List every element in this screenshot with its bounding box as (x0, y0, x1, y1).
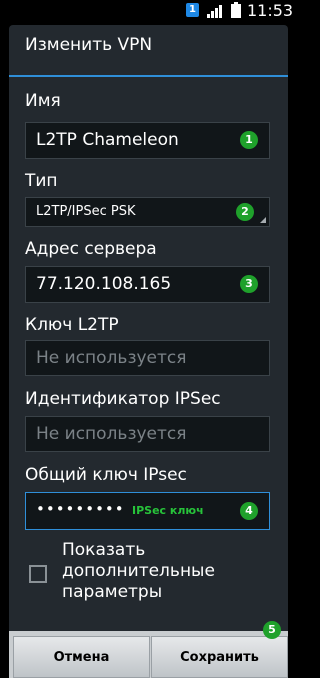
ipsec-id-label: Идентификатор IPSec (25, 389, 221, 409)
password-dots: ••••••••• (36, 500, 125, 518)
dialog-title: Изменить VPN (25, 35, 153, 55)
ipsec-shared-key-label: Общий ключ IPsec (25, 465, 187, 485)
step-badge-2: 2 (236, 203, 254, 221)
server-label: Адрес сервера (25, 239, 157, 259)
clock: 11:53 (247, 1, 294, 20)
ipsec-id-placeholder: Не используется (36, 424, 187, 444)
save-button-label: Сохранить (180, 649, 259, 665)
server-value: 77.120.108.165 (36, 274, 172, 294)
server-address-input[interactable]: 77.120.108.165 3 (25, 266, 270, 303)
name-label: Имя (25, 91, 61, 111)
ipsec-shared-key-input[interactable]: ••••••••• IPSec ключ 4 (25, 492, 270, 530)
notification-icon: 1 (186, 3, 199, 17)
l2tp-key-input[interactable]: Не используется (25, 340, 270, 376)
l2tp-key-placeholder: Не используется (36, 348, 187, 368)
name-value: L2TP Chameleon (36, 130, 179, 150)
step-badge-3: 3 (240, 275, 258, 293)
ipsec-id-input[interactable]: Не используется (25, 416, 270, 452)
title-divider (9, 75, 288, 77)
status-bar: 1 11:53 (0, 0, 297, 22)
edit-vpn-dialog: Изменить VPN Имя L2TP Chameleon 1 Тип L2… (9, 25, 288, 678)
type-value: L2TP/IPSec PSK (36, 204, 136, 219)
step-badge-1: 1 (240, 131, 258, 149)
cancel-button[interactable]: Отмена (13, 636, 150, 678)
show-advanced-checkbox[interactable] (29, 565, 47, 583)
type-spinner[interactable]: L2TP/IPSec PSK 2 (25, 197, 270, 227)
type-label: Тип (25, 171, 58, 191)
battery-icon (231, 2, 241, 18)
dropdown-arrow-icon (260, 217, 266, 223)
l2tp-key-label: Ключ L2TP (25, 315, 119, 335)
signal-icon (207, 2, 225, 22)
name-input[interactable]: L2TP Chameleon 1 (25, 122, 270, 159)
show-advanced-label[interactable]: Показать дополнительные параметры (62, 540, 272, 603)
save-button[interactable]: Сохранить (151, 636, 288, 678)
button-bar: Отмена Сохранить 5 (9, 621, 288, 678)
step-badge-5: 5 (263, 621, 281, 639)
ipsec-key-hint: IPSec ключ (132, 504, 204, 517)
step-badge-4: 4 (240, 502, 258, 520)
